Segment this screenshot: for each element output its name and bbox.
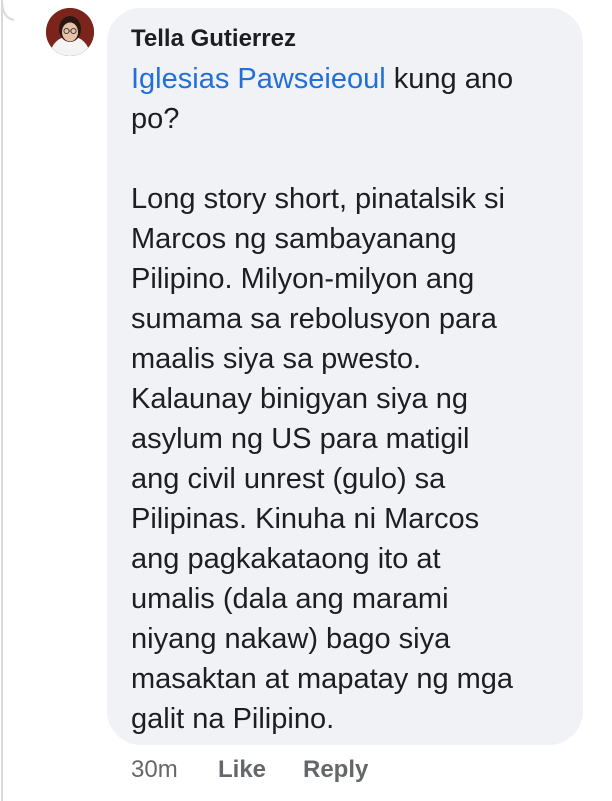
- comment-line: galit na Pilipino.: [131, 703, 335, 735]
- comment-timestamp[interactable]: 30m: [131, 756, 178, 784]
- thread-connector-line: [1, 0, 15, 801]
- comment-line: Long story short, pinatalsik si: [131, 183, 505, 215]
- comment-line: po?: [131, 103, 180, 135]
- comment-line: Pilipino. Milyon-milyon ang: [131, 263, 475, 295]
- comment-line: maalis siya sa pwesto.: [131, 343, 422, 375]
- comment-line: masaktan at mapatay ng mga: [131, 663, 514, 695]
- comment-line: Pilipinas. Kinuha ni Marcos: [131, 503, 480, 535]
- comment-line: Marcos ng sambayanang: [131, 223, 457, 255]
- avatar-image: [46, 8, 94, 56]
- comment-line: umalis (dala ang marami: [131, 583, 449, 615]
- comment-line: ang pagkakataong ito at: [131, 543, 441, 575]
- comment-line: sumama sa rebolusyon para: [131, 303, 497, 335]
- comment-bubble: Tella Gutierrez Iglesias Pawseieoul kung…: [107, 8, 583, 745]
- reply-button[interactable]: Reply: [303, 756, 368, 784]
- comment-text: Iglesias Pawseieoul kung ano po? Long st…: [131, 59, 571, 739]
- comment-line: ang civil unrest (gulo) sa: [131, 463, 446, 495]
- comment-line: Kalaunay binigyan siya ng: [131, 383, 468, 415]
- comment-line-blank: [131, 139, 571, 179]
- like-button[interactable]: Like: [218, 756, 266, 784]
- comment-author[interactable]: Tella Gutierrez: [131, 25, 296, 53]
- mention-link[interactable]: Iglesias Pawseieoul: [131, 63, 386, 95]
- comment-line: asylum ng US para matigil: [131, 423, 470, 455]
- comment-line: niyang nakaw) bago siya: [131, 623, 451, 655]
- comment-line-first: Iglesias Pawseieoul kung ano: [131, 59, 571, 99]
- avatar[interactable]: [46, 8, 94, 56]
- comment-line-text: kung ano: [385, 63, 514, 95]
